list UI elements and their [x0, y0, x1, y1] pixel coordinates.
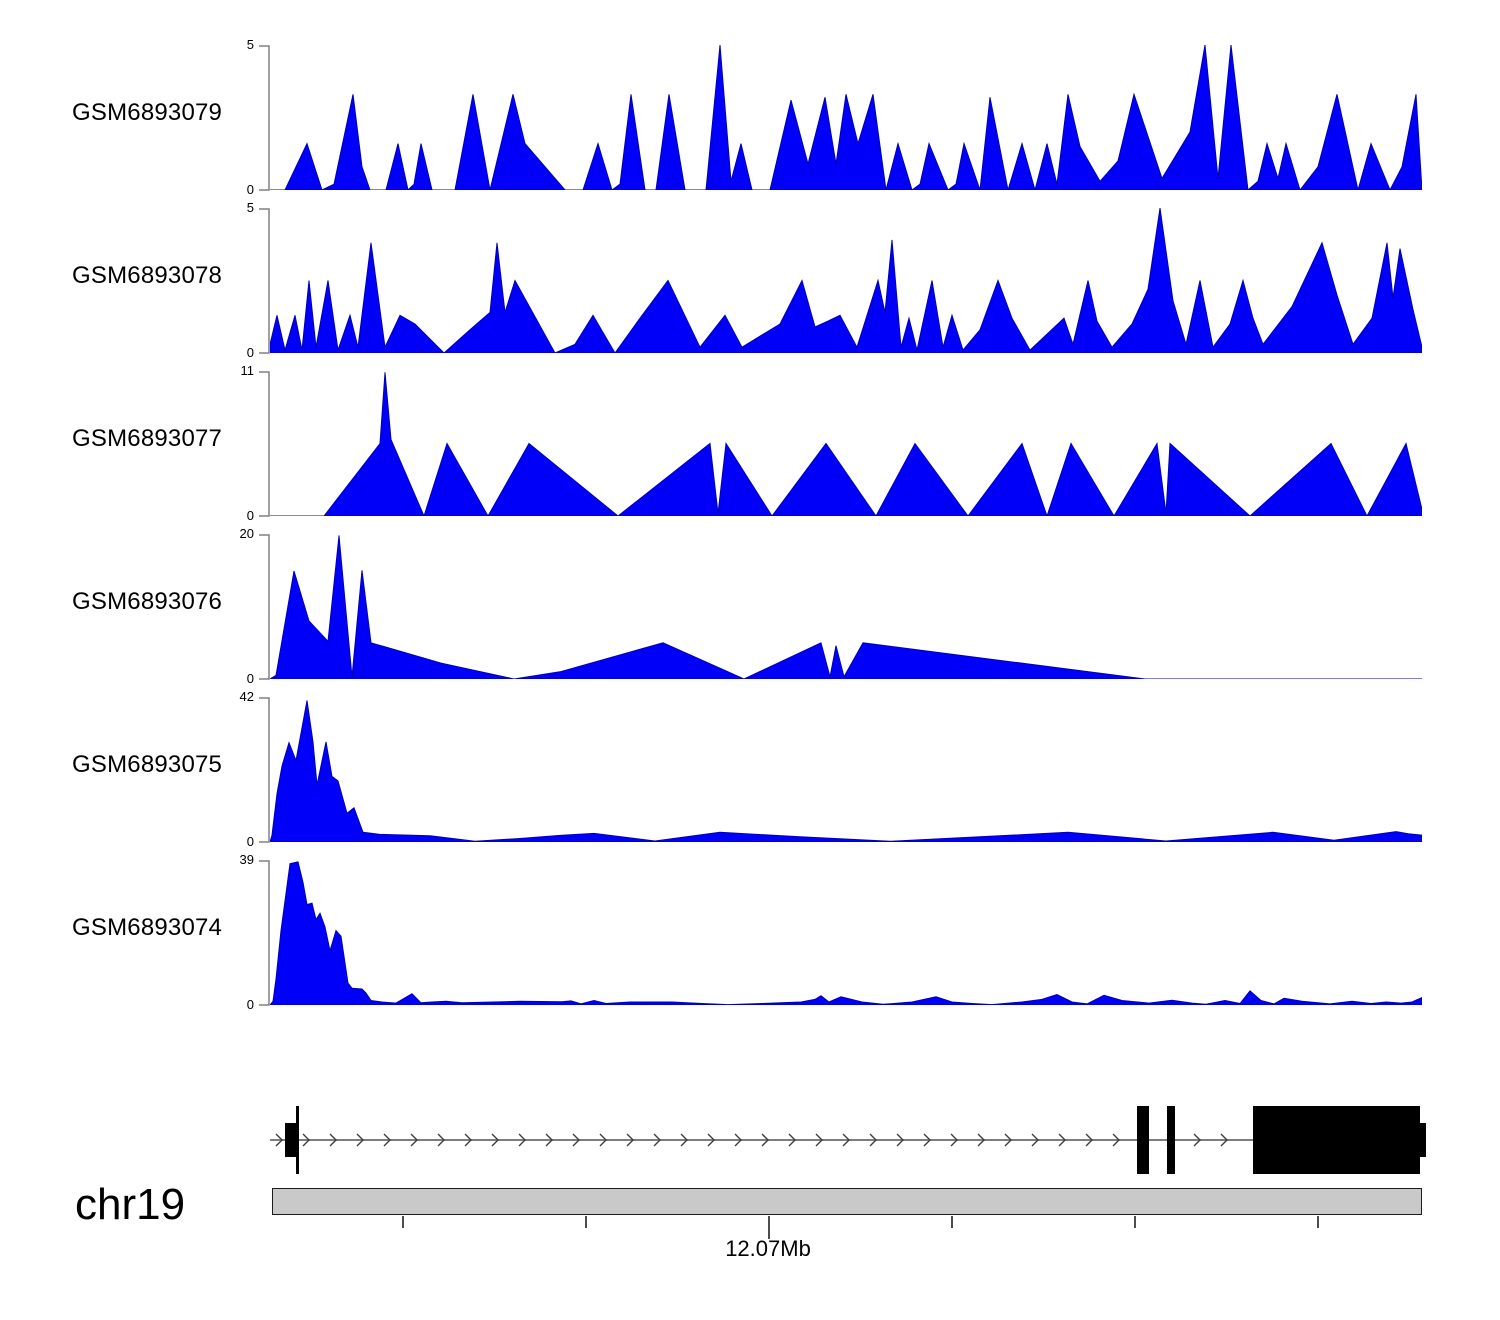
y-axis-bracket [258, 697, 270, 843]
coverage-area-plot [270, 534, 1422, 679]
chromosome-name-label: chr19 [75, 1180, 185, 1230]
coverage-area [270, 701, 1422, 843]
y-axis-min-label: 0 [204, 835, 254, 849]
y-axis-min-label: 0 [204, 183, 254, 197]
coverage-track-6: GSM6893074 39 0 [0, 860, 1500, 1006]
y-axis-bracket [258, 534, 270, 680]
y-axis-min-label: 0 [204, 509, 254, 523]
coverage-area [270, 862, 1422, 1005]
chromosome-ideogram-bar [272, 1188, 1422, 1215]
coverage-area [270, 535, 1422, 679]
coverage-track-2: GSM6893078 5 0 [0, 208, 1500, 354]
y-axis-max-label: 20 [204, 527, 254, 541]
axis-tick [402, 1216, 404, 1228]
axis-tick [1134, 1216, 1136, 1228]
coverage-area-plot [270, 45, 1422, 190]
coverage-track-3: GSM6893077 11 0 [0, 371, 1500, 517]
genome-browser: GSM6893079 5 0 GSM6893078 5 0 GSM6893077… [0, 0, 1500, 1320]
y-axis-bracket [258, 45, 270, 191]
y-axis-max-label: 42 [204, 690, 254, 704]
coverage-area [270, 372, 1422, 516]
y-axis-bracket [258, 208, 270, 354]
exon-box [1137, 1106, 1149, 1174]
coverage-track-4: GSM6893076 20 0 [0, 534, 1500, 680]
axis-tick [1317, 1216, 1319, 1228]
track-label: GSM6893077 [72, 425, 222, 453]
y-axis-bracket [258, 371, 270, 517]
axis-tick [585, 1216, 587, 1228]
track-label: GSM6893079 [72, 99, 222, 127]
coverage-area [270, 208, 1422, 353]
track-label: GSM6893076 [72, 588, 222, 616]
y-axis-max-label: 5 [204, 38, 254, 52]
axis-tick [951, 1216, 953, 1228]
coverage-area [270, 45, 1422, 190]
gene-model-track [270, 1085, 1430, 1195]
y-axis-min-label: 0 [204, 672, 254, 686]
utr-box [1420, 1123, 1426, 1157]
track-label: GSM6893074 [72, 914, 222, 942]
y-axis-bracket [258, 860, 270, 1006]
y-axis-min-label: 0 [204, 998, 254, 1012]
exon-box [296, 1106, 299, 1174]
position-tick-label: 12.07Mb [668, 1236, 868, 1262]
track-label: GSM6893075 [72, 751, 222, 779]
track-label: GSM6893078 [72, 262, 222, 290]
coverage-track-5: GSM6893075 42 0 [0, 697, 1500, 843]
y-axis-max-label: 5 [204, 201, 254, 215]
coverage-area-plot [270, 208, 1422, 353]
coverage-track-1: GSM6893079 5 0 [0, 45, 1500, 191]
y-axis-min-label: 0 [204, 346, 254, 360]
exon-box [1167, 1106, 1175, 1174]
coverage-area-plot [270, 371, 1422, 516]
y-axis-max-label: 39 [204, 853, 254, 867]
exon-box [1253, 1106, 1420, 1174]
coverage-area-plot [270, 860, 1422, 1005]
y-axis-max-label: 11 [204, 364, 254, 378]
coverage-area-plot [270, 697, 1422, 842]
